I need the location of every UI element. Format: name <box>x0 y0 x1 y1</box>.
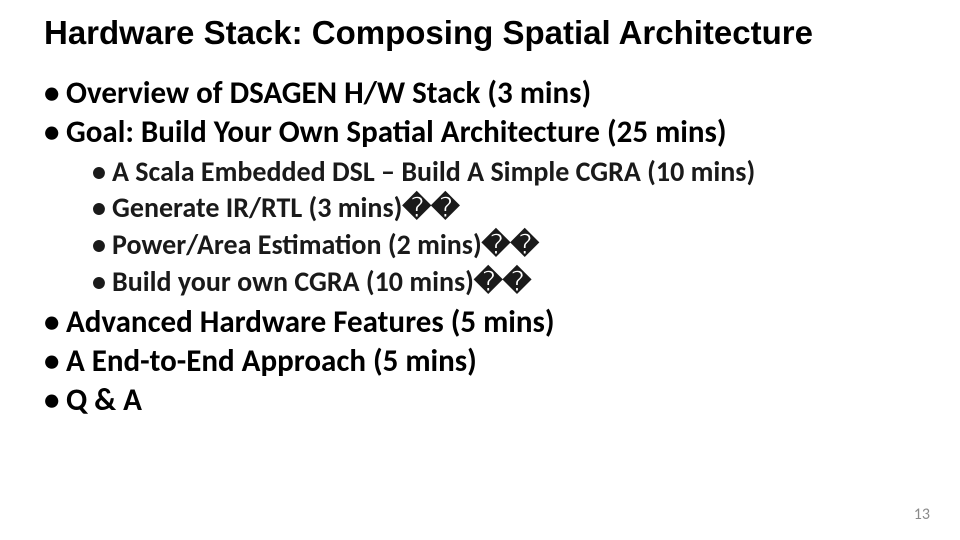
bullet-item: Q & A <box>44 381 960 420</box>
bullet-item: Goal: Build Your Own Spatial Architectur… <box>44 113 960 302</box>
bullet-text: Goal: Build Your Own Spatial Architectur… <box>66 113 727 151</box>
bullet-item: Overview of DSAGEN H/W Stack (3 mins) <box>44 74 960 113</box>
bullet-subitem: Power/Area Estimation (2 mins)�� <box>92 227 960 264</box>
slide-title: Hardware Stack: Composing Spatial Archit… <box>44 14 960 52</box>
slide: Hardware Stack: Composing Spatial Archit… <box>0 0 960 540</box>
bullet-item: Advanced Hardware Features (5 mins) <box>44 303 960 342</box>
bullet-item: A End-to-End Approach (5 mins) <box>44 342 960 381</box>
page-number: 13 <box>914 505 930 524</box>
bullet-subitem: A Scala Embedded DSL – Build A Simple CG… <box>92 154 960 191</box>
bullet-list-level2: A Scala Embedded DSL – Build A Simple CG… <box>92 154 960 302</box>
bullet-subitem: Generate IR/RTL (3 mins)�� <box>92 190 960 227</box>
bullet-list-level1: Overview of DSAGEN H/W Stack (3 mins) Go… <box>44 74 960 420</box>
bullet-subitem: Build your own CGRA (10 mins)�� <box>92 264 960 301</box>
